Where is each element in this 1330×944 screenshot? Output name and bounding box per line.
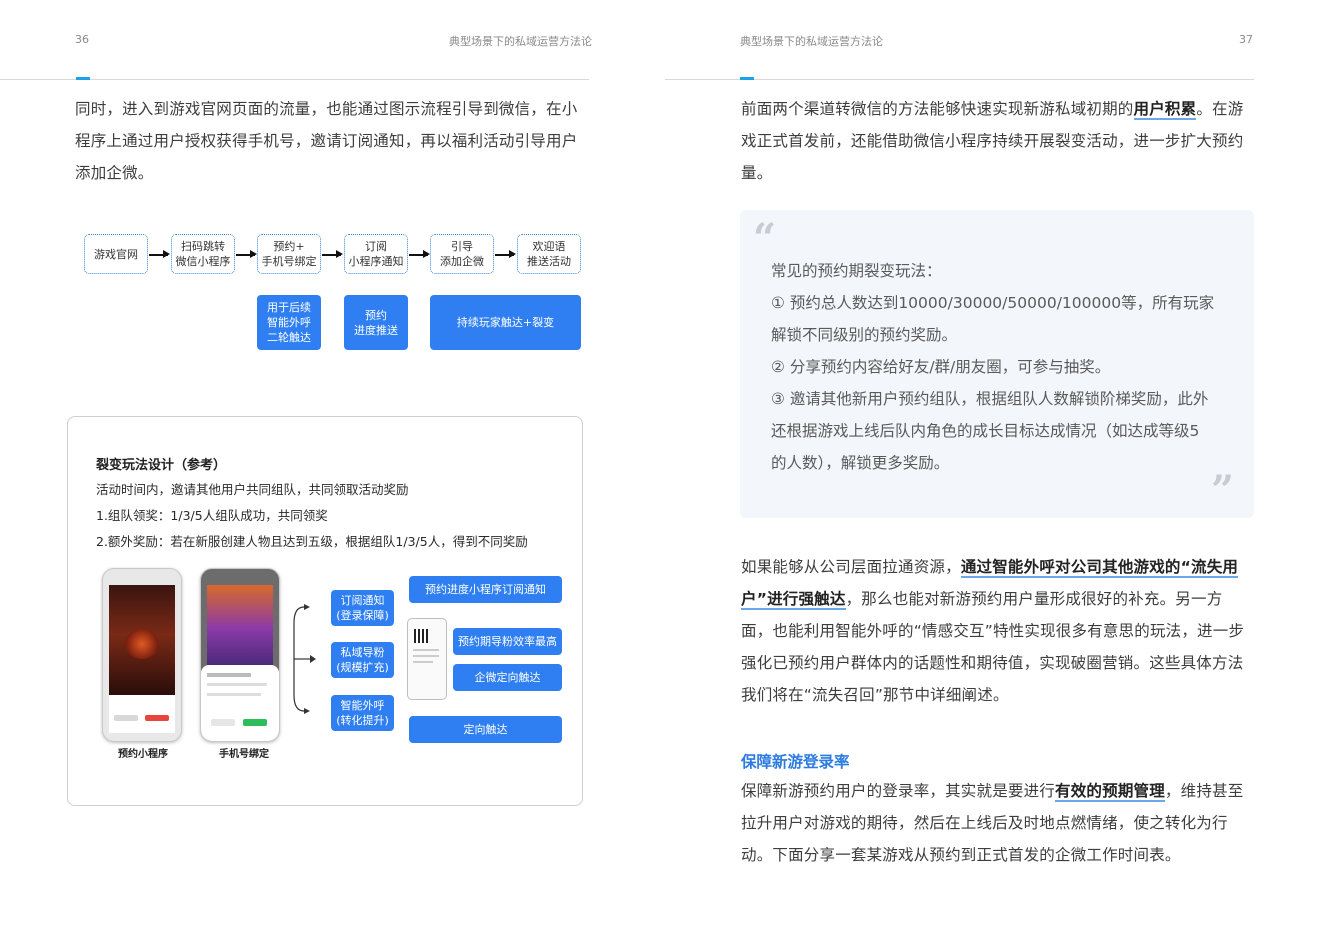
- channel-smart-call: 智能外呼 (转化提升): [331, 695, 394, 731]
- text-line: 量。: [741, 164, 773, 182]
- quote-line: ③ 邀请其他新用户预约组队，根据组队人数解锁阶梯奖励，此外: [771, 390, 1209, 408]
- page-number-right: 37: [1239, 33, 1253, 46]
- phone-mockup-mini-program: [102, 568, 182, 742]
- flow-step-welcome: 欢迎语 推送活动: [517, 234, 581, 274]
- intro-paragraph: 同时，进入到游戏官网页面的流量，也能通过图示流程引导到微信，在小 程序上通过用户…: [75, 93, 595, 189]
- fission-design-card: 裂变玩法设计（参考） 活动时间内，邀请其他用户共同组队，共同领取活动奖励 1.组…: [67, 416, 583, 806]
- channel-subscribe: 订阅通知 (登录保障): [331, 590, 394, 626]
- paragraph-1: 前面两个渠道转微信的方法能够快速实现新游私域初期的用户积累。在游 戏正式首发前，…: [741, 93, 1261, 189]
- emphasis: 通过智能外呼对公司其他游戏的“流失用: [960, 558, 1239, 578]
- flow-step-reserve: 预约+ 手机号绑定: [257, 234, 321, 274]
- branch-connector: [293, 604, 316, 714]
- qr-code-icon: [414, 629, 428, 643]
- phone-bottom-panel: [109, 695, 175, 733]
- flow-step-subscribe: 订阅 小程序通知: [344, 234, 408, 274]
- flow-arrow: [322, 251, 343, 257]
- phone-button: [114, 715, 138, 721]
- card-line: 1.组队领奖：1/3/5人组队成功，共同领奖: [96, 508, 328, 523]
- phone-button: [243, 719, 267, 726]
- header-accent-right: [740, 77, 754, 80]
- quote-line: 常见的预约期裂变玩法：: [771, 262, 942, 280]
- paragraph-2: 如果能够从公司层面拉通资源，通过智能外呼对公司其他游戏的“流失用 户”进行强触达…: [741, 551, 1261, 711]
- quote-line: 还根据游戏上线后队内角色的成长目标达成情况（如达成等级5: [771, 422, 1200, 440]
- text-line: 强化已预约用户群体内的话题性和期待值，实现破圈营销。这些具体方法: [741, 654, 1244, 672]
- result-targeted-reach: 定向触达: [409, 716, 562, 743]
- text-line: 如果能够从公司层面拉通资源，通过智能外呼对公司其他游戏的“流失用: [741, 558, 1239, 578]
- phone-mockup-phone-binding: [200, 568, 280, 742]
- channel-private-domain: 私域导粉 (规模扩充): [331, 642, 394, 678]
- game-poster-image: [207, 585, 273, 665]
- flow-action-fission: 持续玩家触达+裂变: [430, 295, 581, 350]
- text-line: 动。下面分享一套某游戏从预约到正式首发的企微工作时间表。: [741, 846, 1181, 864]
- quote-line: ① 预约总人数达到10000/30000/50000/100000等，所有玩家: [771, 294, 1215, 312]
- mini-text: [413, 649, 439, 651]
- result-subscribe-notice: 预约进度小程序订阅通知: [409, 576, 562, 603]
- sheet-text: [207, 673, 251, 677]
- page-number-left: 36: [75, 33, 89, 46]
- flow-action-callout: 用于后续 智能外呼 二轮触达: [257, 295, 321, 350]
- phone-label: 手机号绑定: [219, 749, 269, 760]
- emphasis: 户”进行强触达: [741, 590, 846, 610]
- quote-body: 常见的预约期裂变玩法： ① 预约总人数达到10000/30000/50000/1…: [771, 255, 1241, 479]
- text-line: 拉升用户对游戏的期待，然后在上线后及时地点燃情绪，使之转化为行: [741, 814, 1228, 832]
- flow-arrow: [149, 251, 170, 257]
- phone-button: [211, 719, 235, 726]
- text-line: 程序上通过用户授权获得手机号，邀请订阅通知，再以福利活动引导用户: [75, 132, 578, 150]
- phone-label: 预约小程序: [118, 749, 168, 760]
- text-line: 添加企微。: [75, 164, 154, 182]
- emphasis: 有效的预期管理: [1055, 782, 1165, 802]
- section-title: 保障新游登录率: [741, 753, 850, 771]
- quote-line: 的人数），解锁更多奖励。: [771, 454, 950, 472]
- running-title-left: 典型场景下的私域运营方法论: [449, 35, 592, 48]
- mini-text: [413, 655, 439, 657]
- text-line: 同时，进入到游戏官网页面的流量，也能通过图示流程引导到微信，在小: [75, 100, 578, 118]
- quote-line: 解锁不同级别的预约奖励。: [771, 326, 958, 344]
- header-accent-left: [76, 77, 90, 80]
- quote-block: “ 常见的预约期裂变玩法： ① 预约总人数达到10000/30000/50000…: [740, 210, 1254, 518]
- flow-action-progress: 预约 进度推送: [344, 295, 408, 350]
- text-line: 面，也能利用智能外呼的“情感交互”特性实现很多有意思的玩法，进一步: [741, 622, 1245, 640]
- poster-art: [125, 629, 159, 659]
- card-line: 活动时间内，邀请其他用户共同组队，共同领取活动奖励: [96, 482, 409, 497]
- text-line: 户”进行强触达，那么也能对新游预约用户量形成很好的补充。另一方: [741, 590, 1223, 610]
- text-line: 前面两个渠道转微信的方法能够快速实现新游私域初期的用户积累。在游: [741, 100, 1244, 120]
- text-line: 戏正式首发前，还能借助微信小程序持续开展裂变活动，进一步扩大预约: [741, 132, 1244, 150]
- text-line: 我们将在“流失召回”那节中详细阐述。: [741, 686, 1009, 704]
- mini-text: [413, 661, 433, 663]
- flow-step-scan: 扫码跳转 微信小程序: [171, 234, 235, 274]
- phone-button: [145, 715, 169, 721]
- sheet-text: [207, 693, 261, 696]
- flow-step-website: 游戏官网: [84, 234, 148, 274]
- text-line: 保障新游预约用户的登录率，其实就是要进行有效的预期管理，维持甚至: [741, 782, 1244, 802]
- paragraph-3: 保障新游预约用户的登录率，其实就是要进行有效的预期管理，维持甚至 拉升用户对游戏…: [741, 775, 1261, 871]
- close-quote-icon: ”: [1211, 467, 1235, 514]
- mini-phone-mockup: [407, 618, 447, 700]
- card-line: 2.额外奖励：若在新服创建人物且达到五级，根据组队1/3/5人，得到不同奖励: [96, 534, 528, 549]
- flow-arrow: [495, 251, 516, 257]
- quote-line: ② 分享预约内容给好友/群/朋友圈，可参与抽奖。: [771, 358, 1111, 376]
- result-wecom-targeting: 企微定向触达: [453, 664, 562, 691]
- running-title-right: 典型场景下的私域运营方法论: [740, 35, 883, 48]
- flow-step-wecom: 引导 添加企微: [430, 234, 494, 274]
- emphasis: 用户积累: [1133, 100, 1197, 120]
- card-title: 裂变玩法设计（参考）: [96, 458, 227, 473]
- flow-arrow: [409, 251, 430, 257]
- sheet-text: [207, 683, 267, 686]
- result-best-efficiency: 预约期导粉效率最高: [453, 628, 562, 655]
- flow-arrow: [236, 251, 257, 257]
